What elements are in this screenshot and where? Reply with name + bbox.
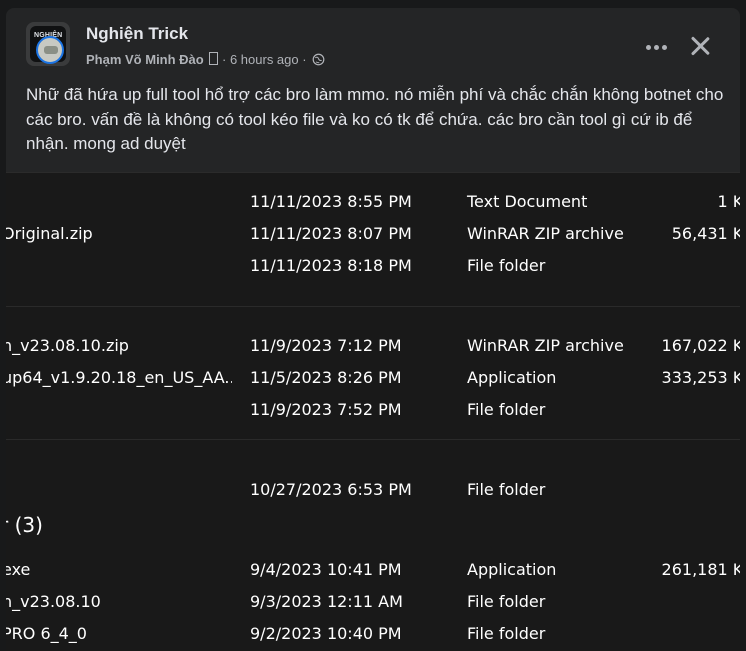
file-date: 11/5/2023 8:26 PM xyxy=(250,368,402,387)
file-name: PRO 6_4_0 xyxy=(6,624,87,643)
file-size: 167,022 KI xyxy=(661,336,740,355)
more-options-icon[interactable] xyxy=(646,42,668,52)
author-badge-icon xyxy=(209,52,219,65)
file-type: WinRAR ZIP archive xyxy=(467,336,624,355)
meta-separator: · xyxy=(221,52,227,67)
group-name[interactable]: Nghiện Trick xyxy=(86,24,188,44)
file-type: File folder xyxy=(467,400,546,419)
post-header: NGHIỆN Nghiện Trick Phạm Võ Minh Đào · 6… xyxy=(26,22,740,78)
group-header: r (3) xyxy=(6,513,43,537)
file-size: 261,181 KI xyxy=(661,560,740,579)
group-divider xyxy=(6,306,740,307)
file-type: Text Document xyxy=(467,192,588,211)
file-type: File folder xyxy=(467,592,546,611)
file-row: n_v23.08.10 9/3/2023 12:11 AM File folde… xyxy=(6,588,740,616)
file-row: exe 9/4/2023 10:41 PM Application 261,18… xyxy=(6,556,740,584)
file-type: File folder xyxy=(467,624,546,643)
file-date: 11/11/2023 8:55 PM xyxy=(250,192,412,211)
post-card: NGHIỆN Nghiện Trick Phạm Võ Minh Đào · 6… xyxy=(6,8,740,651)
post-meta: Phạm Võ Minh Đào · 6 hours ago · xyxy=(86,52,325,67)
group-divider xyxy=(6,439,740,440)
group-avatar[interactable]: NGHIỆN xyxy=(26,22,70,66)
file-date: 10/27/2023 6:53 PM xyxy=(250,480,412,499)
globe-icon xyxy=(312,53,325,66)
file-name: n_v23.08.10 xyxy=(6,592,101,611)
file-type: WinRAR ZIP archive xyxy=(467,224,624,243)
file-date: 11/9/2023 7:52 PM xyxy=(250,400,402,419)
file-type: Application xyxy=(467,560,557,579)
author-avatar[interactable] xyxy=(36,36,64,64)
file-name: up64_v1.9.20.18_en_US_AA... xyxy=(6,368,232,387)
file-date: 9/3/2023 12:11 AM xyxy=(250,592,403,611)
file-date: 11/11/2023 8:18 PM xyxy=(250,256,412,275)
file-row: 11/9/2023 7:52 PM File folder xyxy=(6,396,740,424)
file-name: n_v23.08.10.zip xyxy=(6,336,129,355)
file-explorer-screenshot: 11/11/2023 8:55 PM Text Document 1 KI Or… xyxy=(6,172,740,651)
file-size: 56,431 KI xyxy=(671,224,740,243)
post-time[interactable]: 6 hours ago xyxy=(230,52,299,67)
file-size: 333,253 KI xyxy=(661,368,740,387)
file-row: 11/11/2023 8:18 PM File folder xyxy=(6,252,740,280)
file-type: File folder xyxy=(467,256,546,275)
file-name: exe xyxy=(6,560,31,579)
file-date: 9/2/2023 10:40 PM xyxy=(250,624,402,643)
file-date: 9/4/2023 10:41 PM xyxy=(250,560,402,579)
file-type: Application xyxy=(467,368,557,387)
file-row: up64_v1.9.20.18_en_US_AA... 11/5/2023 8:… xyxy=(6,364,740,392)
file-row: 11/11/2023 8:55 PM Text Document 1 KI xyxy=(6,188,740,216)
file-row: 10/27/2023 6:53 PM File folder xyxy=(6,476,740,504)
file-size: 1 KI xyxy=(717,192,740,211)
author-name[interactable]: Phạm Võ Minh Đào xyxy=(86,52,204,67)
file-date: 11/9/2023 7:12 PM xyxy=(250,336,402,355)
file-row: Original.zip 11/11/2023 8:07 PM WinRAR Z… xyxy=(6,220,740,248)
file-row: n_v23.08.10.zip 11/9/2023 7:12 PM WinRAR… xyxy=(6,332,740,360)
file-name: Original.zip xyxy=(6,224,93,243)
post-text: Nhữ đã hứa up full tool hổ trợ các bro l… xyxy=(26,85,724,153)
file-date: 11/11/2023 8:07 PM xyxy=(250,224,412,243)
file-type: File folder xyxy=(467,480,546,499)
meta-separator: · xyxy=(302,52,307,67)
close-icon[interactable] xyxy=(688,34,712,58)
file-row: PRO 6_4_0 9/2/2023 10:40 PM File folder xyxy=(6,620,740,648)
